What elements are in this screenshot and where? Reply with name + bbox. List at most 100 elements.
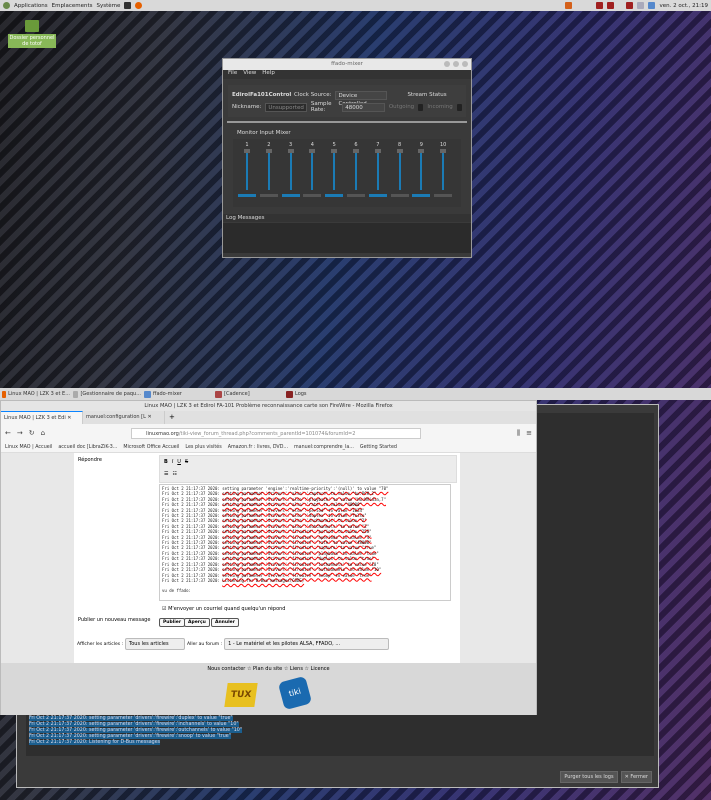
taskbar-item[interactable]: [Cadence] [215, 390, 283, 398]
cancel-button[interactable]: Annuler [211, 618, 239, 627]
goto-forum-select[interactable]: 1 - Le matériel et les pilotes ALSA, FFA… [224, 638, 390, 650]
firefox-icon[interactable] [135, 2, 143, 9]
volume-slider[interactable] [287, 149, 294, 190]
footer-link[interactable]: Liens [290, 666, 303, 672]
menu-systeme[interactable]: Système [97, 3, 121, 9]
italic-button[interactable]: I [172, 459, 173, 465]
forward-icon[interactable]: → [17, 429, 23, 437]
volume-icon[interactable] [637, 2, 645, 9]
channel-label: 1 [245, 142, 249, 148]
line-timestamp: Fri Oct 2 21:17:37 2020: [162, 545, 223, 551]
bookmark[interactable]: Les plus visités [185, 445, 221, 450]
taskbar-item[interactable]: Logs [286, 390, 354, 398]
mixer-channel: 1 [237, 142, 257, 197]
new-tab-button[interactable]: + [165, 411, 179, 424]
tux-logo[interactable]: TUX [224, 683, 258, 707]
library-icon[interactable]: ⫼ [517, 429, 520, 438]
taskbar-item[interactable]: ffado-mixer [144, 390, 212, 398]
menu-file[interactable]: File [228, 70, 237, 79]
menu-applications[interactable]: Applications [14, 3, 48, 9]
back-icon[interactable]: ← [5, 429, 11, 437]
volume-slider[interactable] [396, 149, 403, 190]
log-area [223, 223, 471, 253]
purge-logs-button[interactable]: Purger tous les logs [560, 771, 618, 783]
pan-slider[interactable] [434, 194, 453, 197]
line-timestamp: Fri Oct 2 21:17:37 2020: [162, 518, 223, 524]
preview-button[interactable]: Aperçu [184, 618, 210, 627]
close-icon[interactable] [462, 61, 468, 67]
sample-rate-select[interactable]: 48000 [342, 102, 385, 112]
bookmark[interactable]: Getting Started [360, 445, 397, 450]
footer-link[interactable]: Licence [311, 666, 330, 672]
bookmark[interactable]: Microsoft Office Accueil [123, 445, 179, 450]
minimize-icon[interactable] [444, 61, 450, 67]
bookmark[interactable]: manuel:comprendre_la... [294, 445, 354, 450]
pan-slider[interactable] [259, 194, 278, 197]
menu-emplacements[interactable]: Emplacements [52, 3, 93, 9]
bold-button[interactable]: B [164, 459, 168, 465]
volume-slider[interactable] [331, 149, 338, 190]
pan-slider[interactable] [303, 194, 322, 197]
menu-icon[interactable]: ≡ [526, 429, 532, 437]
message-textarea[interactable]: Fri Oct 2 21:17:37 2020: setting paramet… [159, 484, 451, 601]
menu-help[interactable]: Help [262, 70, 275, 79]
mixer-channel: 4 [302, 142, 322, 197]
tab-linuxmao[interactable]: Linux MAO | LZK 3 et Edi ✕ [1, 411, 83, 424]
volume-slider[interactable] [418, 149, 425, 190]
tray-app-icon[interactable] [607, 2, 615, 9]
tab-bar: Linux MAO | LZK 3 et Edi ✕ manuel:config… [1, 411, 536, 424]
notify-checkbox[interactable]: ☑ M'envoyer un courriel quand quelqu'un … [162, 606, 285, 612]
tray-icon[interactable] [565, 2, 573, 9]
desktop-icon-home[interactable]: Dossier personnel de totof [8, 20, 56, 48]
close-button[interactable]: ✕ Fermer [620, 771, 652, 783]
pan-slider[interactable] [325, 194, 344, 197]
log-messages-panel: Log Messages [223, 214, 471, 257]
strike-button[interactable]: S [185, 459, 188, 465]
bookmark[interactable]: Amazon.fr : livres, DVD... [228, 445, 288, 450]
clock[interactable]: ven. 2 oct., 21:19 [659, 3, 708, 9]
reload-icon[interactable]: ↻ [29, 429, 35, 437]
volume-slider[interactable] [374, 149, 381, 190]
pan-slider[interactable] [281, 194, 300, 197]
underline-button[interactable]: U [177, 459, 181, 465]
maximize-icon[interactable] [453, 61, 459, 67]
taskbar-item[interactable]: Linux MAO | LZK 3 et E... [2, 390, 70, 398]
publish-button[interactable]: Publier [159, 618, 186, 627]
bookmark[interactable]: Linux MAO | Accueil [5, 445, 52, 450]
footer-link[interactable]: Nous contacter [207, 666, 245, 672]
list-button[interactable]: ☰ [164, 471, 168, 477]
pan-slider[interactable] [347, 194, 365, 197]
pan-slider[interactable] [390, 194, 409, 197]
volume-slider[interactable] [265, 149, 272, 190]
tray-app-icon[interactable] [596, 2, 604, 9]
line-timestamp: Fri Oct 2 21:17:37 2020: [162, 561, 223, 567]
show-articles-select[interactable]: Tous les articles [125, 638, 186, 650]
volume-slider[interactable] [440, 149, 447, 190]
nickname-field[interactable]: Unsupported [265, 102, 307, 112]
tab-manuel[interactable]: manuel:configuration [L ✕ [83, 411, 165, 424]
channel-label: 2 [267, 142, 271, 148]
menu-view[interactable]: View [243, 70, 256, 79]
terminal-icon[interactable] [124, 2, 132, 9]
ffado-mixer-window: ffado-mixer File View Help EdirolFa101Co… [222, 58, 472, 258]
tray-app-icon[interactable] [626, 2, 634, 9]
home-icon[interactable]: ⌂ [41, 429, 45, 437]
volume-slider[interactable] [353, 149, 359, 190]
bookmark[interactable]: accueil doc [LibraZiK-3... [58, 445, 117, 450]
network-icon[interactable] [648, 2, 656, 9]
url-bar[interactable]: linuxmao.org/tiki-view_forum_thread.php?… [131, 427, 422, 439]
line-text: setting parameter 'drivers':'firewire':'… [222, 529, 372, 535]
pan-slider[interactable] [412, 194, 431, 197]
footer-link[interactable]: Plan du site [253, 666, 282, 672]
numbered-list-button[interactable]: ☷ [172, 471, 176, 477]
tiki-logo[interactable]: tiki [277, 675, 313, 711]
volume-slider[interactable] [244, 149, 250, 190]
pan-slider[interactable] [368, 194, 387, 197]
line-timestamp: Fri Oct 2 21:17:37 2020: [162, 550, 223, 556]
pan-slider[interactable] [238, 194, 256, 197]
device-controls: EdirolFa101Control Clock Source: Device … [228, 85, 466, 117]
clock-source-select[interactable]: Device Controlled [335, 90, 388, 107]
line-text: setting parameter 'drivers':'firewire':'… [222, 545, 377, 551]
taskbar-item[interactable]: [Gestionnaire de paqu... [73, 390, 141, 398]
volume-slider[interactable] [309, 149, 316, 190]
